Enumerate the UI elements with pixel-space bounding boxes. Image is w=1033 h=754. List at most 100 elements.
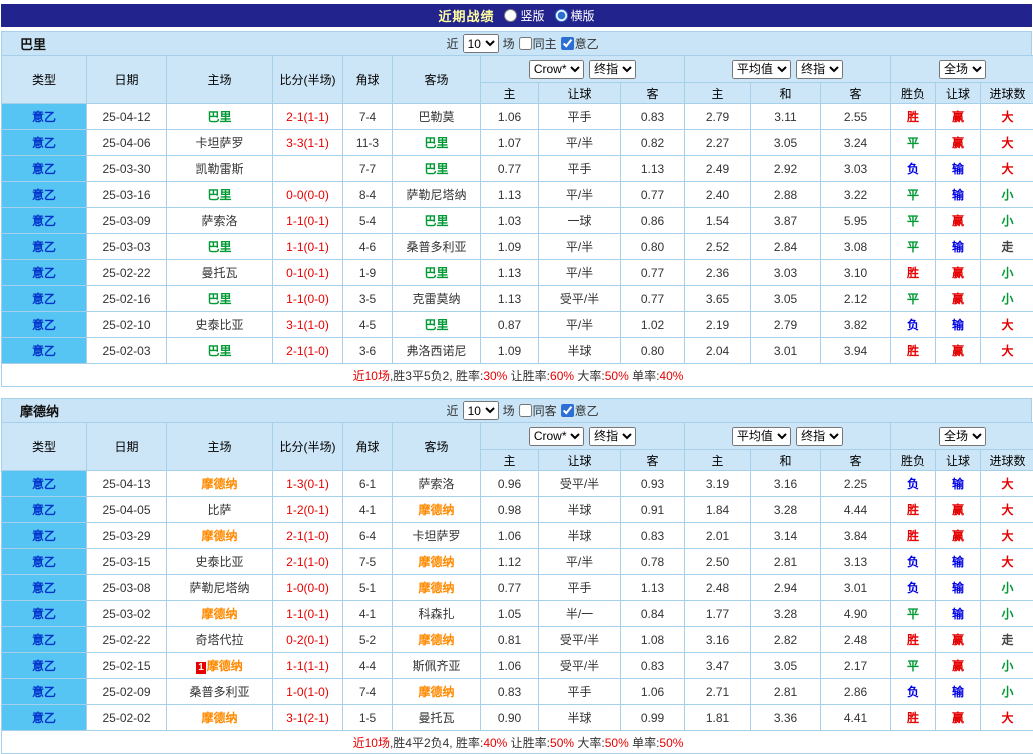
league-cell[interactable]: 意乙 [2, 286, 87, 312]
team-link[interactable]: 卡坦萨罗 [412, 529, 460, 543]
team-link[interactable]: 萨勒尼塔纳 [189, 581, 249, 595]
layout-horizontal-option[interactable]: 横版 [555, 7, 595, 24]
league-filter-option[interactable]: 意乙 [561, 402, 599, 419]
team-link[interactable]: 巴里 [424, 136, 448, 150]
away-team-cell[interactable]: 萨勒尼塔纳 [393, 182, 481, 208]
team-link[interactable]: 奇塔代拉 [195, 633, 243, 647]
score-cell[interactable]: 3-3(1-1) [273, 130, 343, 156]
league-filter-checkbox[interactable] [561, 37, 574, 50]
league-cell[interactable]: 意乙 [2, 653, 87, 679]
games-count-select[interactable]: 10 [463, 34, 499, 53]
team-link[interactable]: 克雷莫纳 [412, 292, 460, 306]
away-team-cell[interactable]: 卡坦萨罗 [393, 523, 481, 549]
team-link[interactable]: 摩德纳 [418, 633, 454, 647]
home-team-cell[interactable]: 萨索洛 [167, 208, 273, 234]
league-cell[interactable]: 意乙 [2, 182, 87, 208]
team-name[interactable]: 巴里 [2, 34, 46, 53]
team-link[interactable]: 摩德纳 [201, 477, 237, 491]
asian-final-select[interactable]: 终指 [589, 60, 636, 79]
home-team-cell[interactable]: 摩德纳 [167, 601, 273, 627]
fulltime-select[interactable]: 全场 [939, 60, 986, 79]
score-cell[interactable]: 0-1(0-1) [273, 260, 343, 286]
team-link[interactable]: 弗洛西诺尼 [406, 344, 466, 358]
team-link[interactable]: 巴勒莫 [418, 110, 454, 124]
home-team-cell[interactable]: 史泰比亚 [167, 549, 273, 575]
score-cell[interactable]: 1-3(0-1) [273, 471, 343, 497]
away-team-cell[interactable]: 弗洛西诺尼 [393, 338, 481, 364]
team-link[interactable]: 摩德纳 [418, 581, 454, 595]
home-team-cell[interactable]: 比萨 [167, 497, 273, 523]
team-link[interactable]: 巴里 [207, 240, 231, 254]
home-team-cell[interactable]: 巴里 [167, 182, 273, 208]
league-cell[interactable]: 意乙 [2, 234, 87, 260]
team-link[interactable]: 比萨 [207, 503, 231, 517]
away-team-cell[interactable]: 摩德纳 [393, 549, 481, 575]
score-cell[interactable]: 1-0(0-0) [273, 575, 343, 601]
league-cell[interactable]: 意乙 [2, 575, 87, 601]
away-team-cell[interactable]: 克雷莫纳 [393, 286, 481, 312]
league-cell[interactable]: 意乙 [2, 497, 87, 523]
score-cell[interactable]: 2-1(1-0) [273, 549, 343, 575]
away-team-cell[interactable]: 巴里 [393, 208, 481, 234]
team-link[interactable]: 科森扎 [418, 607, 454, 621]
score-cell[interactable]: 1-1(0-0) [273, 286, 343, 312]
away-team-cell[interactable]: 摩德纳 [393, 497, 481, 523]
team-link[interactable]: 桑普多利亚 [189, 685, 249, 699]
team-link[interactable]: 摩德纳 [201, 711, 237, 725]
league-cell[interactable]: 意乙 [2, 156, 87, 182]
score-cell[interactable]: 1-1(0-1) [273, 208, 343, 234]
team-link[interactable]: 摩德纳 [418, 685, 454, 699]
score-cell[interactable]: 2-1(1-0) [273, 523, 343, 549]
away-team-cell[interactable]: 曼托瓦 [393, 705, 481, 731]
team-link[interactable]: 巴里 [424, 318, 448, 332]
home-team-cell[interactable]: 史泰比亚 [167, 312, 273, 338]
home-team-cell[interactable]: 桑普多利亚 [167, 679, 273, 705]
league-cell[interactable]: 意乙 [2, 471, 87, 497]
home-team-cell[interactable]: 摩德纳 [167, 471, 273, 497]
fulltime-select[interactable]: 全场 [939, 427, 986, 446]
team-link[interactable]: 巴里 [424, 214, 448, 228]
asian-provider-select[interactable]: Crow* [529, 60, 584, 79]
score-cell[interactable]: 3-1(2-1) [273, 705, 343, 731]
team-link[interactable]: 斯佩齐亚 [412, 659, 460, 673]
league-filter-checkbox[interactable] [561, 404, 574, 417]
away-team-cell[interactable]: 摩德纳 [393, 627, 481, 653]
home-team-cell[interactable]: 1摩德纳 [167, 653, 273, 679]
away-team-cell[interactable]: 巴里 [393, 312, 481, 338]
team-link[interactable]: 萨勒尼塔纳 [406, 188, 466, 202]
score-cell[interactable]: 1-1(1-1) [273, 653, 343, 679]
same-venue-option[interactable]: 同主 [519, 35, 557, 52]
away-team-cell[interactable]: 巴里 [393, 130, 481, 156]
home-team-cell[interactable]: 巴里 [167, 234, 273, 260]
away-team-cell[interactable]: 斯佩齐亚 [393, 653, 481, 679]
away-team-cell[interactable]: 摩德纳 [393, 575, 481, 601]
games-count-select[interactable]: 10 [463, 401, 499, 420]
score-cell[interactable]: 1-1(0-1) [273, 601, 343, 627]
league-cell[interactable]: 意乙 [2, 312, 87, 338]
home-team-cell[interactable]: 凯勒雷斯 [167, 156, 273, 182]
team-link[interactable]: 巴里 [207, 344, 231, 358]
home-team-cell[interactable]: 奇塔代拉 [167, 627, 273, 653]
score-cell[interactable]: 2-1(1-1) [273, 104, 343, 130]
score-cell[interactable]: 0-2(0-1) [273, 627, 343, 653]
team-link[interactable]: 摩德纳 [201, 607, 237, 621]
score-cell[interactable]: 0-0(0-0) [273, 182, 343, 208]
home-team-cell[interactable]: 摩德纳 [167, 705, 273, 731]
home-team-cell[interactable]: 曼托瓦 [167, 260, 273, 286]
team-name[interactable]: 摩德纳 [2, 401, 59, 420]
score-cell[interactable]: 1-0(1-0) [273, 679, 343, 705]
vertical-radio[interactable] [504, 9, 517, 22]
home-team-cell[interactable]: 摩德纳 [167, 523, 273, 549]
score-cell[interactable]: 2-1(1-0) [273, 338, 343, 364]
euro-final-select[interactable]: 终指 [796, 60, 843, 79]
asian-provider-select[interactable]: Crow* [529, 427, 584, 446]
league-cell[interactable]: 意乙 [2, 208, 87, 234]
league-cell[interactable]: 意乙 [2, 104, 87, 130]
team-link[interactable]: 摩德纳 [418, 503, 454, 517]
same-venue-option[interactable]: 同客 [519, 402, 557, 419]
team-link[interactable]: 史泰比亚 [195, 318, 243, 332]
team-link[interactable]: 曼托瓦 [418, 711, 454, 725]
away-team-cell[interactable]: 萨索洛 [393, 471, 481, 497]
home-team-cell[interactable]: 卡坦萨罗 [167, 130, 273, 156]
team-link[interactable]: 萨索洛 [201, 214, 237, 228]
